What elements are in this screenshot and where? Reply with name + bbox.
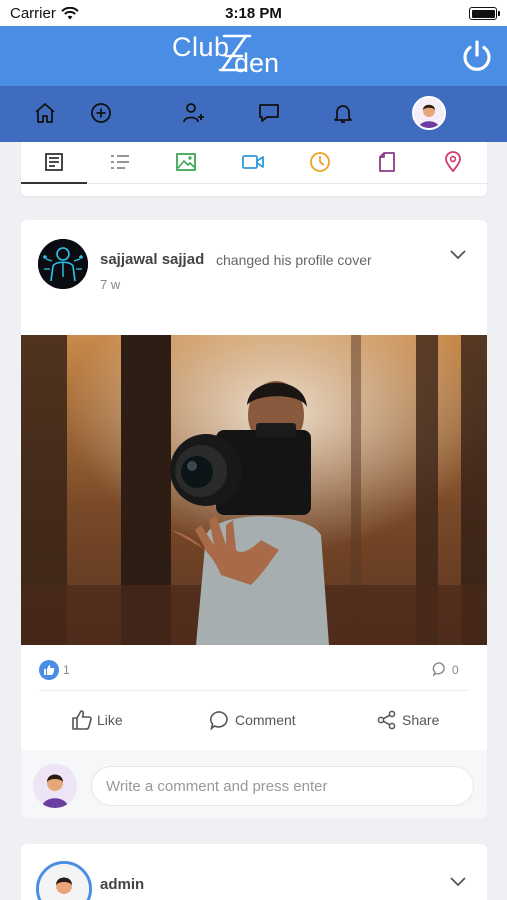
- comment-composer: [21, 750, 487, 818]
- admin-avatar[interactable]: [36, 861, 92, 900]
- club-eden-logo[interactable]: Club den: [172, 30, 302, 82]
- location-icon[interactable]: [441, 150, 465, 174]
- chat-icon[interactable]: [256, 100, 282, 126]
- author-avatar[interactable]: [38, 239, 88, 289]
- comment-count: 0: [452, 663, 459, 677]
- divider: [39, 690, 469, 691]
- app-header: Club den: [0, 26, 507, 86]
- post-action-text: changed his profile cover: [216, 252, 372, 268]
- clock: 3:18 PM: [225, 5, 282, 22]
- add-user-icon[interactable]: [181, 100, 207, 126]
- active-tab-indicator: [21, 182, 87, 184]
- composer-tab-row: [21, 142, 487, 184]
- status-icon[interactable]: [42, 150, 66, 174]
- home-icon[interactable]: [32, 100, 58, 126]
- post-author-name[interactable]: sajjawal sajjad: [100, 251, 204, 268]
- comment-icon: [210, 711, 228, 730]
- post-card-2: admin: [21, 844, 487, 900]
- reactions-row: 1 0: [21, 657, 487, 687]
- main-nav: [0, 86, 507, 142]
- comment-button[interactable]: Comment: [209, 708, 296, 732]
- profile-avatar[interactable]: [412, 96, 446, 130]
- power-icon[interactable]: [459, 38, 495, 74]
- status-bar: Carrier 3:18 PM: [0, 0, 507, 26]
- post-card: sajjawal sajjad changed his profile cove…: [21, 220, 487, 818]
- share-label: Share: [402, 712, 440, 728]
- share-button[interactable]: Share: [376, 708, 439, 732]
- chevron-down-icon[interactable]: [449, 247, 467, 261]
- thumbs-up-badge-icon[interactable]: [39, 660, 59, 680]
- like-label: Like: [97, 712, 123, 728]
- post-cover-image[interactable]: [21, 335, 487, 645]
- post-author-name[interactable]: admin: [100, 876, 144, 893]
- list-icon[interactable]: [108, 150, 132, 174]
- add-circle-icon[interactable]: [88, 100, 114, 126]
- video-icon[interactable]: [241, 150, 265, 174]
- thumbs-up-icon: [72, 710, 92, 730]
- share-icon: [377, 710, 396, 730]
- logo-text-den: den: [234, 48, 280, 78]
- like-count: 1: [63, 663, 70, 677]
- image-icon[interactable]: [174, 150, 198, 174]
- comment-bubble-icon: [432, 662, 445, 677]
- battery-icon: [469, 7, 500, 20]
- post-timestamp: 7 w: [100, 277, 121, 292]
- like-button[interactable]: Like: [71, 708, 123, 732]
- poll-icon[interactable]: [308, 150, 332, 174]
- comment-input[interactable]: [91, 766, 474, 806]
- current-user-avatar: [33, 764, 77, 808]
- chevron-down-icon[interactable]: [449, 874, 467, 888]
- composer-tabs: [21, 142, 487, 196]
- comment-label: Comment: [235, 712, 296, 728]
- file-icon[interactable]: [375, 150, 399, 174]
- bell-icon[interactable]: [330, 100, 356, 126]
